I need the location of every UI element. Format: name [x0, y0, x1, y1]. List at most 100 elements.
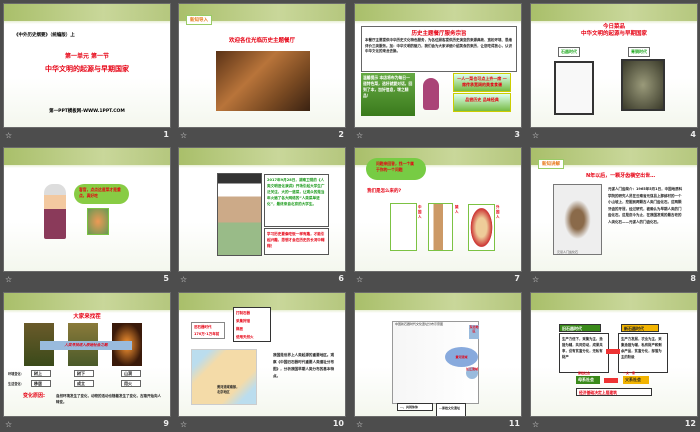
- paleolithic-text: 生产力低下，采集为主，渔猎为辅，共同劳动，成果共享，没有贫富分化，无私有财产: [559, 333, 609, 373]
- slide-thumbnail-11[interactable]: 中国新石器时代文化遗址分布示意图 东北地区 黄河流域 长江流域 …，共同体体 ……: [354, 292, 522, 417]
- arrow-icon: [604, 378, 618, 383]
- slide-thumbnail-1[interactable]: 《中外历史纲要》（统编版）上 第一单元 第一节 中华文明的起源与早期国家 第一P…: [3, 3, 171, 128]
- bronze-age-label: 青铜时代: [628, 47, 650, 57]
- slide-thumbnail-7[interactable]: 问题来回答，找一个属于你的一个问题 我们是怎么来的? 中国人 猿人 外国人: [354, 147, 522, 272]
- site-text: 第一PPT模板网-WWW.1PPT.COM: [49, 109, 125, 114]
- speech-bubble: 问题来回答，找一个属于你的一个问题: [366, 158, 426, 180]
- label: 外国人: [496, 205, 500, 219]
- answer-box: 用火: [121, 380, 141, 387]
- slide-thumbnail-5[interactable]: 客官，点点这道菜才是重点，真好吃: [3, 147, 171, 272]
- header-band: [4, 4, 170, 24]
- intro-text: 本餐厅主要提供中华历史文化特色服务，为各位顾客提供历史演变的来源典故、宽松环境、…: [365, 38, 512, 53]
- slide-title: 历史主题餐厅服务宗旨: [411, 31, 467, 37]
- header-band: [355, 293, 521, 313]
- slide-number: 10: [332, 419, 344, 428]
- row-label: 环境变化：: [8, 372, 24, 376]
- section-tag: 新知讲解: [538, 159, 564, 169]
- arrow-label: 一夫一妻: [623, 371, 636, 375]
- slide-thumbnail-3[interactable]: 历史主题餐厅服务宗旨 本餐厅主要提供中华历史文化特色服务，为各位顾客提供历史演变…: [354, 3, 522, 128]
- region-northeast: 东北地区: [469, 325, 479, 339]
- slide-number: 6: [338, 274, 344, 283]
- transition-icon[interactable]: ☆: [356, 275, 363, 284]
- question-text: 我们是怎么来的?: [367, 189, 402, 194]
- tip-box: 温馨提示 本店将布为每日一道特色菜，选好就要对话，回到了本，加好信息，增之精品！: [361, 73, 415, 116]
- transition-icon[interactable]: ☆: [180, 131, 187, 140]
- transition-icon[interactable]: ☆: [356, 420, 363, 429]
- header-band: [4, 293, 170, 313]
- bronze-vessel-photo: [621, 59, 665, 111]
- slide-number: 4: [690, 130, 696, 139]
- menu-title: 今日菜品: [602, 24, 625, 30]
- feature-item: 打制石器: [236, 311, 250, 315]
- slide-number: 2: [338, 130, 344, 139]
- paleolithic-header: 旧石器时代: [559, 324, 601, 332]
- note-box: …原始文化遗址: [436, 403, 466, 416]
- feature-item: 采集狩猎: [236, 319, 250, 323]
- answer-box: 移居: [31, 380, 51, 387]
- feature-item: 群居: [236, 327, 243, 331]
- slide-number: 9: [163, 419, 169, 428]
- transition-icon[interactable]: ☆: [532, 131, 539, 140]
- transition-icon[interactable]: ☆: [532, 420, 539, 429]
- waiter-cartoon: [44, 184, 66, 239]
- slide-number: 11: [508, 419, 520, 428]
- arrow-icon: [606, 349, 620, 354]
- slide-thumbnail-9[interactable]: 大家来找茬 人类寻找进入原始社会之路 环境变化： 生活变化： 树上 移居 树下 成立 山…: [3, 292, 171, 417]
- slide-number: 12: [684, 419, 696, 428]
- slide-number: 3: [514, 130, 520, 139]
- label: 中国人: [418, 205, 422, 219]
- transition-icon[interactable]: ☆: [180, 420, 187, 429]
- answer-box: 成立: [74, 380, 94, 387]
- neolithic-header: 新石器时代: [621, 324, 659, 332]
- neolithic-text: 生产力发展，农业为主，采集渔猎为辅，私有财产和剩余产品，贫富分化，部落为主的阶级: [618, 333, 668, 373]
- slide-thumbnail-2[interactable]: 新知导入 欢迎各位光临历史主题餐厅: [178, 3, 346, 128]
- transition-icon[interactable]: ☆: [356, 131, 363, 140]
- banner: 人类寻找进入原始社会之路: [40, 341, 132, 350]
- tooth-fossil-photo: [553, 184, 602, 255]
- transition-icon[interactable]: ☆: [532, 275, 539, 284]
- map-title: 中国新石器时代文化遗址分布示意图: [395, 322, 444, 326]
- unit-title: 第一单元 第一节: [64, 53, 110, 60]
- body-text: 我国是世界上人类起源的重要地区。观察《中国旧石器时代重要人类遗址分布图》，分析我…: [273, 353, 335, 378]
- ape-figure: [428, 203, 453, 251]
- slide-title: 大家来找茬: [73, 314, 101, 320]
- dish-photo: [87, 208, 109, 235]
- stone-tools-drawing: [554, 61, 594, 115]
- photo-caption: 元谋人门齿化石: [557, 250, 579, 254]
- section-tag: 新知导入: [186, 15, 212, 25]
- transition-icon[interactable]: ☆: [5, 275, 12, 284]
- waiter-cartoon: [423, 78, 439, 110]
- header-band: [355, 4, 521, 24]
- transition-icon[interactable]: ☆: [5, 420, 12, 429]
- phone-screenshot: [217, 173, 262, 256]
- map-label: 黄河流域南部，北京地区: [217, 385, 240, 394]
- conclusion-box: 经济基础决定上层建筑: [576, 388, 652, 396]
- transition-icon[interactable]: ☆: [180, 275, 187, 284]
- restaurant-photo: [216, 51, 310, 111]
- slide-thumbnail-10[interactable]: 旧石器时代 170万-1万年前 打制石器 采集狩猎 群居 使用天然火 黄河流域南部，北京…: [178, 292, 346, 417]
- header-band: [4, 148, 170, 168]
- slide-number: 5: [163, 274, 169, 283]
- slide-thumbnail-6[interactable]: 2017年9月28日，湖南卫视的《人类文明进化演讲》开场引起大学生广泛关注，大的…: [178, 147, 346, 272]
- china-map: [191, 349, 257, 405]
- row-label: 生活变化：: [8, 382, 24, 386]
- answer-box: 树上: [31, 370, 51, 377]
- slide-title: N年以后，一颗牙齿横空出世…: [586, 173, 656, 179]
- slide-thumbnail-4[interactable]: 今日菜品 中华文明的起源与早期国家 石器时代 青铜时代: [530, 3, 698, 128]
- promo-box: 一人一菜也可点上齐一席 一席传承宽阔的美食食谱: [453, 73, 511, 92]
- news-text: 2017年9月28日，湖南卫视的《人类文明进化演讲》开场引起大学生广泛关注，大的…: [264, 174, 329, 227]
- body-text: 元谋人门齿简介：1965年5月1日，中国地质科学院的研究人员在云南省元谋县上那蚌…: [608, 187, 683, 224]
- header-band: [531, 293, 697, 313]
- era-years: 170万-1万年前: [194, 332, 220, 336]
- slide-thumbnail-12[interactable]: 旧石器时代 新石器时代 生产力低下，采集为主，渔猎为辅，共同劳动，成果共享，没有…: [530, 292, 698, 417]
- header-band: [531, 4, 697, 24]
- slogan-box: 品尝历史 品味经典: [453, 93, 511, 112]
- slide-thumbnail-8[interactable]: 新知讲解 N年以后，一颗牙齿横空出世… 元谋人门齿化石 元谋人门齿简介：1965…: [530, 147, 698, 272]
- answer-box: 山洞: [121, 370, 141, 377]
- header-band: [179, 148, 345, 168]
- label: 猿人: [455, 205, 459, 214]
- transition-icon[interactable]: ☆: [5, 131, 12, 140]
- region-yellow-river: 黄河流域: [445, 347, 478, 367]
- slide-number: 1: [163, 130, 169, 139]
- era-label: 旧石器时代: [194, 325, 212, 329]
